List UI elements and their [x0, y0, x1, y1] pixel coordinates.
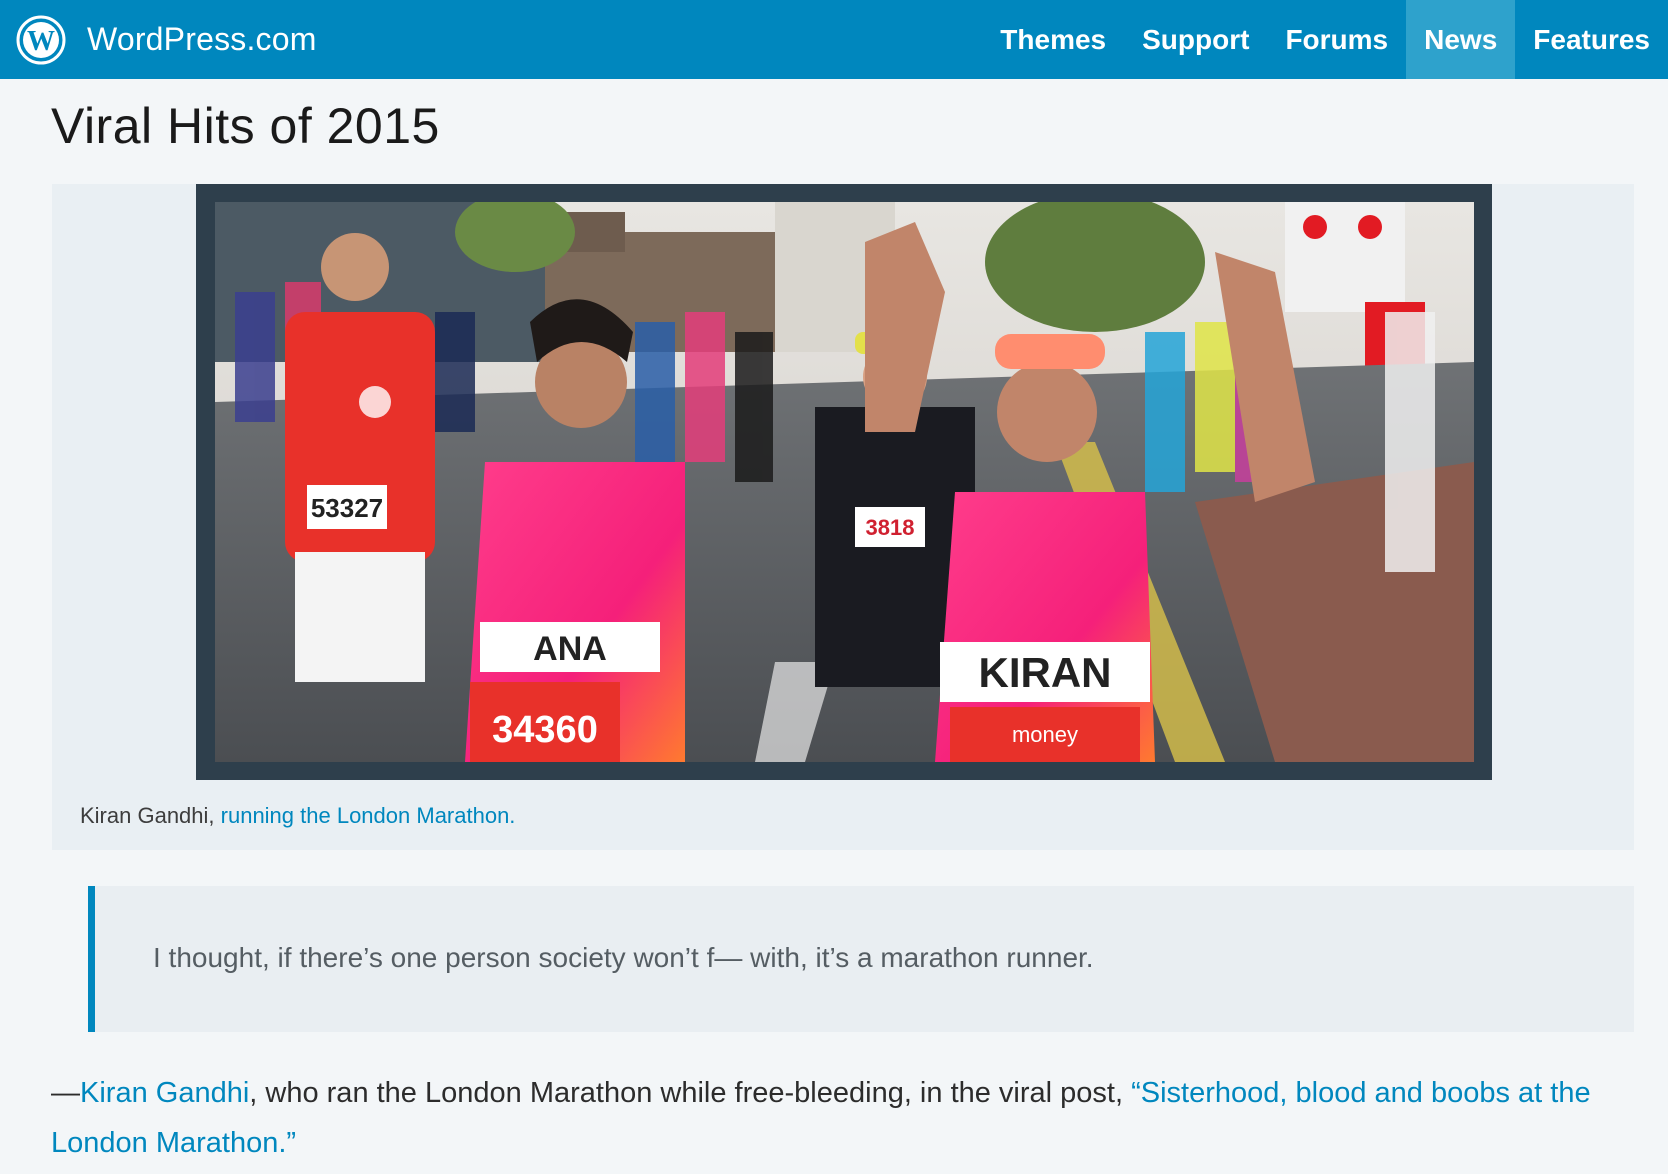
caption-link[interactable]: running the London Marathon.	[221, 803, 516, 828]
bib-kiran: KIRAN	[979, 649, 1112, 696]
quote-text: I thought, if there’s one person society…	[153, 942, 1094, 973]
bib-ana: ANA	[533, 630, 607, 668]
attribution-dash: —	[51, 1077, 80, 1109]
author-link[interactable]: Kiran Gandhi	[80, 1077, 249, 1109]
attribution-text: , who ran the London Marathon while free…	[249, 1077, 1132, 1109]
attribution-paragraph: —Kiran Gandhi, who ran the London Marath…	[51, 1068, 1631, 1168]
bib-34360: 34360	[492, 709, 598, 751]
sponsor-label: money	[1012, 722, 1078, 747]
figure-caption: Kiran Gandhi, running the London Maratho…	[80, 803, 515, 829]
wordpress-logo-icon: W	[16, 15, 66, 64]
nav-news[interactable]: News	[1406, 0, 1516, 79]
bib-3818: 3818	[866, 515, 915, 540]
pull-quote: I thought, if there’s one person society…	[88, 886, 1634, 1032]
page-title: Viral Hits of 2015	[51, 98, 440, 154]
main-nav: Themes Support Forums News Features	[982, 0, 1668, 79]
marathon-photo-illustration: 53327 ANA 34360 3818 KIRAN money	[215, 202, 1474, 762]
marathon-photo: 53327 ANA 34360 3818 KIRAN money	[215, 202, 1474, 762]
photo-frame: 53327 ANA 34360 3818 KIRAN money	[196, 184, 1492, 780]
nav-forums[interactable]: Forums	[1267, 0, 1406, 79]
figure: 53327 ANA 34360 3818 KIRAN money Kiran G…	[52, 184, 1634, 850]
brand-link[interactable]: W WordPress.com	[15, 0, 317, 79]
svg-text:W: W	[27, 26, 55, 57]
nav-support[interactable]: Support	[1124, 0, 1267, 79]
masterbar: W WordPress.com Themes Support Forums Ne…	[0, 0, 1668, 79]
brand-name: WordPress.com	[87, 21, 317, 57]
nav-features[interactable]: Features	[1515, 0, 1668, 79]
bib-53327: 53327	[311, 493, 383, 523]
nav-themes[interactable]: Themes	[982, 0, 1124, 79]
caption-text: Kiran Gandhi,	[80, 803, 221, 828]
